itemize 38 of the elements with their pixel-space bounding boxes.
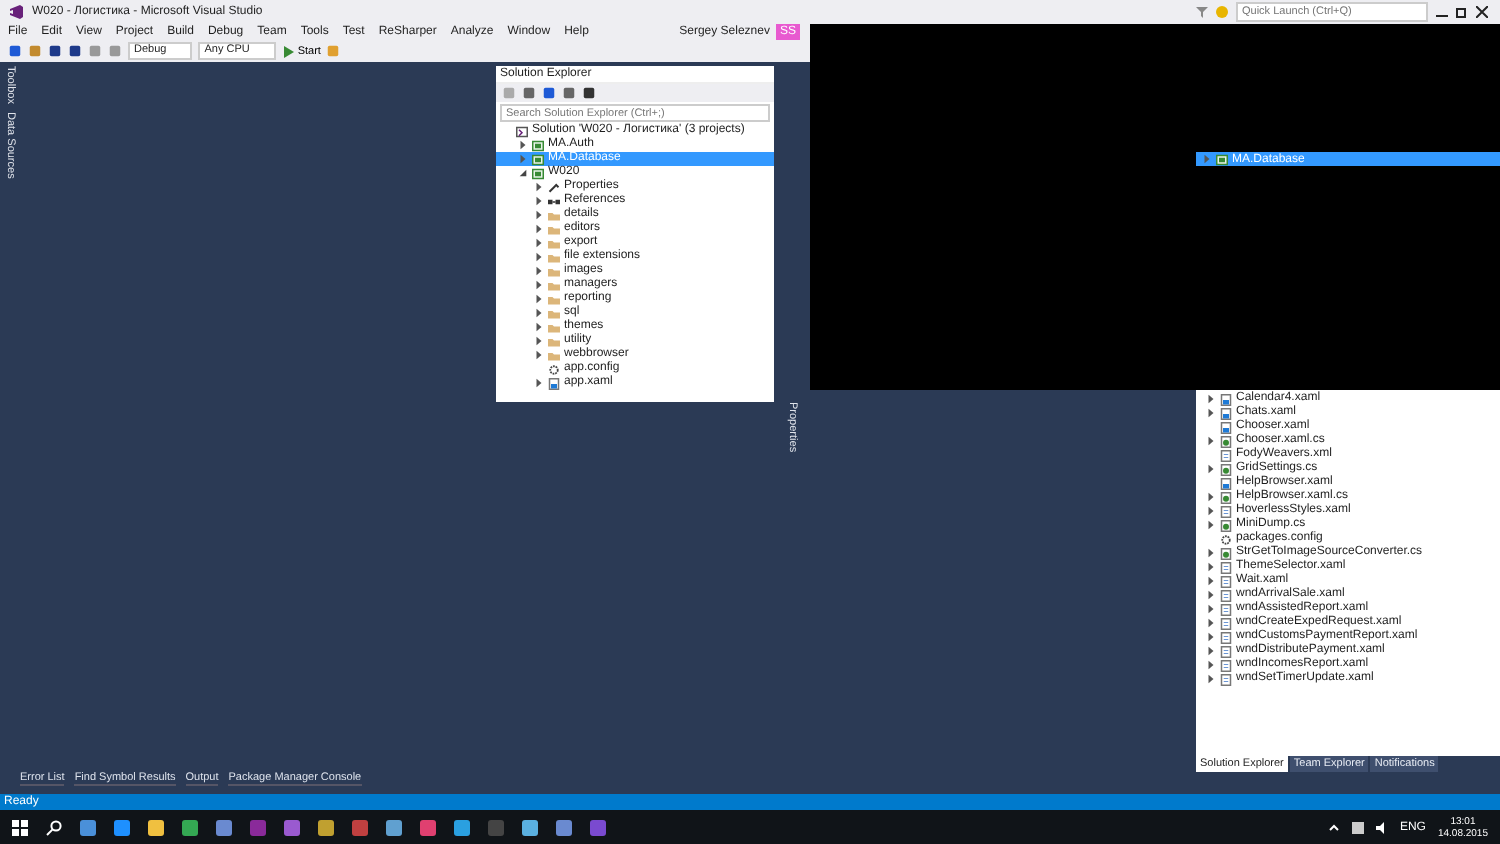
gear-icon (548, 363, 560, 375)
chevron-up-icon[interactable] (1327, 821, 1340, 833)
code-file-icon (1220, 463, 1232, 475)
close-icon[interactable] (1476, 6, 1488, 18)
file-icon (1220, 449, 1232, 461)
filter-icon[interactable] (1196, 6, 1208, 18)
taskbar-app-icon[interactable] (420, 819, 436, 835)
collapsed-arrow-icon[interactable] (1206, 464, 1216, 474)
speaker-icon[interactable] (1375, 821, 1388, 833)
code-file-icon (1220, 491, 1232, 503)
xaml-file-icon (548, 377, 560, 389)
taskbar-app-icon[interactable] (182, 819, 198, 835)
search-icon[interactable] (46, 819, 62, 835)
restore-icon[interactable] (1456, 6, 1468, 18)
taskbar-app-icon[interactable] (556, 819, 572, 835)
taskbar-app-icon[interactable] (80, 819, 96, 835)
solution-icon (516, 125, 528, 137)
taskbar-app-icon[interactable] (148, 819, 164, 835)
expanded-arrow-icon[interactable] (518, 168, 528, 178)
play-icon (281, 45, 294, 57)
taskbar-app-icon[interactable] (318, 819, 334, 835)
taskbar-app-icon[interactable] (216, 819, 232, 835)
code-file-icon (1220, 547, 1232, 559)
code-file-icon (1220, 519, 1232, 531)
windows-logo-icon[interactable] (12, 819, 28, 835)
collapsed-arrow-icon[interactable] (534, 378, 544, 388)
code-file-icon (1220, 435, 1232, 447)
project-icon (1216, 153, 1228, 165)
taskbar-app-icon[interactable] (522, 819, 538, 835)
xaml-file-icon (1220, 477, 1232, 489)
gear-icon (1220, 533, 1232, 545)
taskbar-app-icon[interactable] (454, 819, 470, 835)
file-icon (1220, 505, 1232, 517)
app-logo-icon (8, 4, 24, 20)
references-icon (548, 195, 560, 207)
taskbar-app-icon[interactable] (114, 819, 130, 835)
collapsed-arrow-icon[interactable] (1206, 436, 1216, 446)
taskbar-app-icon[interactable] (386, 819, 402, 835)
